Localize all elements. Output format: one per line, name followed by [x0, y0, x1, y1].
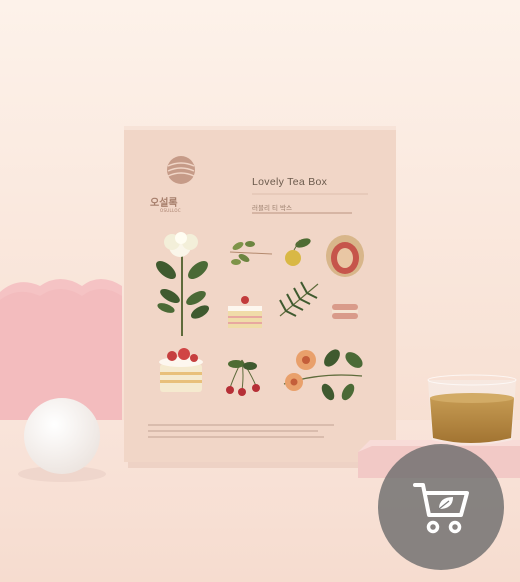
macaron-illustration: [332, 304, 358, 319]
fig-illustration: [326, 235, 364, 277]
box-subtitle: 러블리 티 박스: [252, 204, 293, 212]
add-to-cart-button[interactable]: [378, 444, 504, 570]
brand-name-english: OSULLOC: [160, 208, 181, 213]
white-sphere: [24, 398, 100, 474]
tea-glass: [427, 374, 517, 445]
brand-name: 오설록: [150, 198, 178, 209]
box-title: Lovely Tea Box: [252, 176, 328, 188]
cart-leaf-icon: [413, 483, 469, 534]
